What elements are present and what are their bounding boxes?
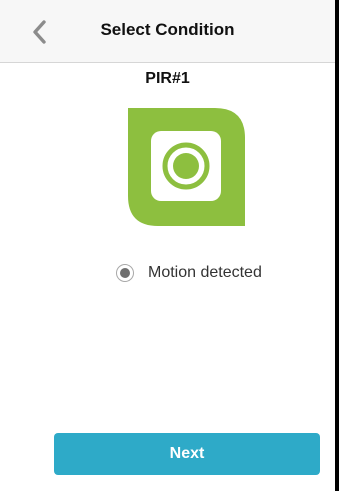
radio-button[interactable] <box>116 264 134 282</box>
page-title: Select Condition <box>100 20 235 39</box>
navigation-bar: Select Condition <box>0 0 335 63</box>
pir-sensor-icon <box>128 108 245 226</box>
next-button[interactable]: Next <box>54 433 320 475</box>
radio-selected-dot <box>120 268 130 278</box>
app-screen: Select Condition PIR#1 Motion detected N… <box>0 0 335 491</box>
device-name: PIR#1 <box>145 70 190 87</box>
motion-detected-option[interactable]: Motion detected <box>116 261 262 285</box>
option-label: Motion detected <box>148 264 262 281</box>
